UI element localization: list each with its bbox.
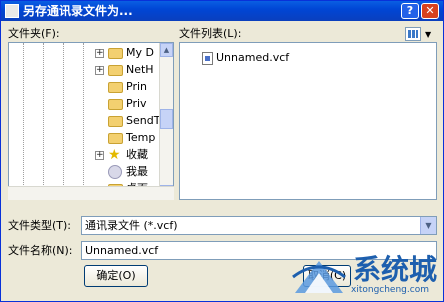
tree-guide-line (23, 43, 24, 193)
view-menu-icon[interactable] (405, 27, 421, 41)
scroll-up-icon[interactable]: ▲ (160, 43, 173, 57)
help-button[interactable]: ? (401, 3, 419, 19)
ok-button[interactable]: 确定(O) (84, 265, 148, 287)
tree-item-label: My D (126, 46, 154, 59)
file-type-label: 文件类型(T): (8, 219, 72, 232)
file-type-select[interactable]: 通讯录文件 (*.vcf) ▼ (81, 216, 437, 235)
tree-item-label: NetH (126, 63, 154, 76)
folder-tree-hscrollbar[interactable] (8, 186, 174, 200)
chevron-down-icon[interactable]: ▼ (425, 30, 431, 39)
watermark-brand: 系统城 (353, 253, 438, 286)
chevron-down-icon[interactable]: ▼ (420, 217, 436, 234)
tree-item-sendto[interactable]: SendT (108, 113, 160, 129)
window-icon (5, 4, 19, 18)
expand-icon[interactable]: + (95, 65, 104, 75)
tree-item-label: Temp (126, 131, 156, 144)
watermark-logo-icon (292, 261, 346, 293)
window-title: 另存通讯录文件为... (23, 4, 133, 18)
vcf-file-icon (202, 51, 213, 65)
file-list-label: 文件列表(L): (179, 27, 242, 40)
close-button[interactable]: ✕ (421, 3, 439, 19)
folder-icon (108, 98, 123, 110)
folder-icon (108, 81, 123, 93)
tree-item-privacy[interactable]: Priv (108, 96, 147, 112)
file-type-value: 通讯录文件 (*.vcf) (85, 219, 178, 232)
folder-icon (108, 132, 123, 144)
folder-icon (108, 47, 123, 59)
tree-item-label: 我最 (126, 165, 148, 178)
watermark-url: xitongcheng.com (351, 285, 429, 295)
file-name-label: 文件名称(N): (8, 244, 73, 257)
expand-icon[interactable]: + (95, 150, 104, 160)
tree-item-favorites[interactable]: + ★ 收藏 (95, 147, 148, 163)
star-icon: ★ (108, 147, 121, 163)
tree-item-label: Priv (126, 97, 147, 110)
tree-item-templates[interactable]: Temp (108, 130, 155, 146)
file-item-label: Unnamed.vcf (216, 51, 290, 64)
tree-item-nethood[interactable]: + NetH (95, 62, 154, 78)
folder-pane-label: 文件夹(F): (8, 27, 60, 40)
scroll-thumb[interactable] (160, 109, 173, 129)
folder-icon (108, 115, 123, 127)
file-list[interactable]: Unnamed.vcf (179, 42, 437, 200)
folder-icon (108, 64, 123, 76)
tree-item-label: SendT (126, 114, 161, 127)
tree-item-label: Prin (126, 80, 147, 93)
save-dialog: 另存通讯录文件为... ? ✕ 文件夹(F): 文件列表(L): ▼ + My D… (0, 0, 444, 302)
file-item[interactable]: Unnamed.vcf (202, 50, 289, 66)
tree-item-recent[interactable]: 我最 (108, 164, 148, 180)
tree-item-my-documents[interactable]: + My D (95, 45, 154, 61)
title-bar[interactable]: 另存通讯录文件为... ? ✕ (1, 1, 443, 21)
expand-icon[interactable]: + (95, 48, 104, 58)
tree-guide-line (43, 43, 44, 193)
tree-guide-line (83, 43, 84, 193)
tree-item-label: 收藏 (126, 148, 148, 161)
recent-docs-icon (108, 165, 122, 179)
tree-guide-line (63, 43, 64, 193)
file-name-value: Unnamed.vcf (85, 244, 159, 257)
folder-tree[interactable]: + My D + NetH Prin Priv SendT Temp + ★ 收藏 我最… (8, 42, 174, 200)
tree-item-printhood[interactable]: Prin (108, 79, 147, 95)
folder-tree-scrollbar[interactable]: ▲ ▼ (159, 43, 173, 199)
